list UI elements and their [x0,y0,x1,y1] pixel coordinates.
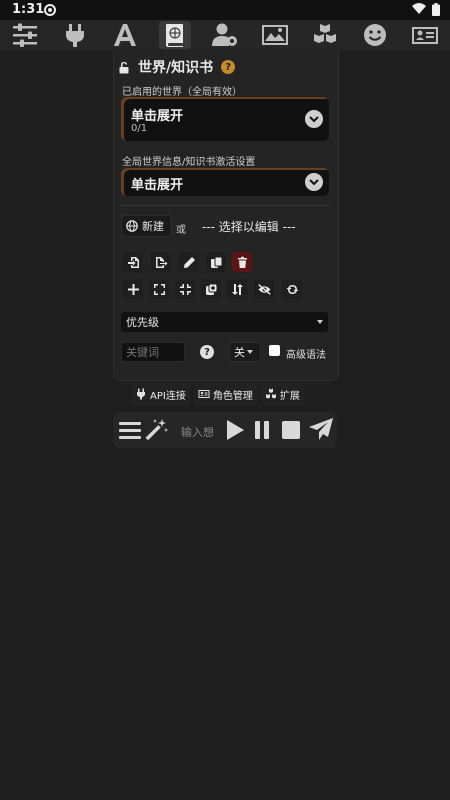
menu-icon[interactable] [119,420,141,440]
unlock-icon[interactable] [118,61,130,74]
copy-icon[interactable] [206,252,226,272]
pause-icon[interactable] [254,420,270,440]
globe-icon [126,220,138,232]
status-bar: 1:31 [0,0,450,20]
global-settings-drawer[interactable]: 单击展开 [121,168,329,196]
message-composer: 输入想 [113,412,337,448]
cubes-icon [265,388,276,399]
plug-icon[interactable] [59,21,91,49]
file-export-icon[interactable] [151,252,171,272]
font-icon[interactable] [109,21,141,49]
id-card-icon[interactable] [409,21,441,49]
status-time: 1:31 [12,2,45,17]
keyword-search-input[interactable] [121,342,185,362]
expand-icon[interactable] [149,279,169,299]
advanced-syntax-label: 高级语法 [286,350,326,361]
caret-down-icon [247,350,253,354]
refresh-icon[interactable] [282,279,302,299]
or-text: 或 [176,225,186,236]
plug-icon [137,388,145,400]
bottom-bar: API连接 角色管理 扩展 [131,381,327,407]
magic-wand-icon[interactable] [145,418,169,442]
book-atlas-icon[interactable] [159,21,191,49]
drawer-title: 单击展开 [131,178,184,193]
user-gear-icon[interactable] [209,21,241,49]
active-worlds-drawer[interactable]: 单击展开 0/1 [121,97,329,141]
record-icon [44,4,56,16]
eye-slash-icon[interactable] [254,279,274,299]
world-select[interactable]: --- 选择以编辑 --- [202,218,296,235]
id-card-icon [198,390,210,398]
toggle-select[interactable]: 关 [229,342,261,362]
active-world-count: 0/1 [131,123,148,134]
send-icon[interactable] [308,417,334,441]
sort-select-value: 优先级 [126,316,159,329]
battery-icon [432,3,440,16]
divider [121,205,329,206]
active-worlds-label: 已启用的世界（全局有效） [122,87,242,98]
global-settings-label: 全局世界信息/知识书激活设置 [122,157,256,168]
help-icon[interactable]: ? [221,60,236,74]
chevron-down-icon [305,110,323,128]
sliders-icon[interactable] [9,21,41,49]
character-management-button[interactable]: 角色管理 [193,383,257,405]
file-import-icon[interactable] [123,252,143,272]
pencil-icon[interactable] [179,252,199,272]
landscape-icon[interactable] [259,21,291,49]
world-info-panel: 世界/知识书 ? 已启用的世界（全局有效） 单击展开 0/1 全局世界信息/知识… [113,50,339,381]
panel-header: 世界/知识书 ? [118,57,236,77]
extensions-label: 扩展 [279,390,300,402]
extensions-button[interactable]: 扩展 [260,383,304,405]
api-connection-button[interactable]: API连接 [131,383,190,405]
stop-icon[interactable] [281,420,301,440]
drawer-title: 单击展开 [131,109,184,124]
caret-down-icon [317,320,323,324]
advanced-syntax-checkbox[interactable] [269,345,280,356]
sort-icon[interactable] [227,279,247,299]
top-nav-bar [0,20,450,50]
trash-icon[interactable] [232,252,252,272]
characters-label: 角色管理 [212,390,253,402]
play-icon[interactable] [225,419,245,441]
api-label: API连接 [150,390,186,402]
wifi-icon [412,3,426,14]
smile-icon[interactable] [359,21,391,49]
compress-icon[interactable] [175,279,195,299]
sort-select[interactable]: 优先级 [121,312,328,332]
help-icon[interactable]: ? [200,345,214,359]
new-world-button[interactable]: 新建 [121,215,172,237]
cubes-icon[interactable] [309,21,341,49]
new-button-label: 新建 [142,220,164,233]
toggle-value: 关 [234,346,245,359]
plus-icon[interactable] [123,279,143,299]
chevron-down-icon [305,173,323,191]
message-input[interactable]: 输入想 [181,424,214,440]
panel-title: 世界/知识书 [138,60,214,76]
status-icons [412,3,440,16]
duplicate-icon[interactable] [201,279,221,299]
